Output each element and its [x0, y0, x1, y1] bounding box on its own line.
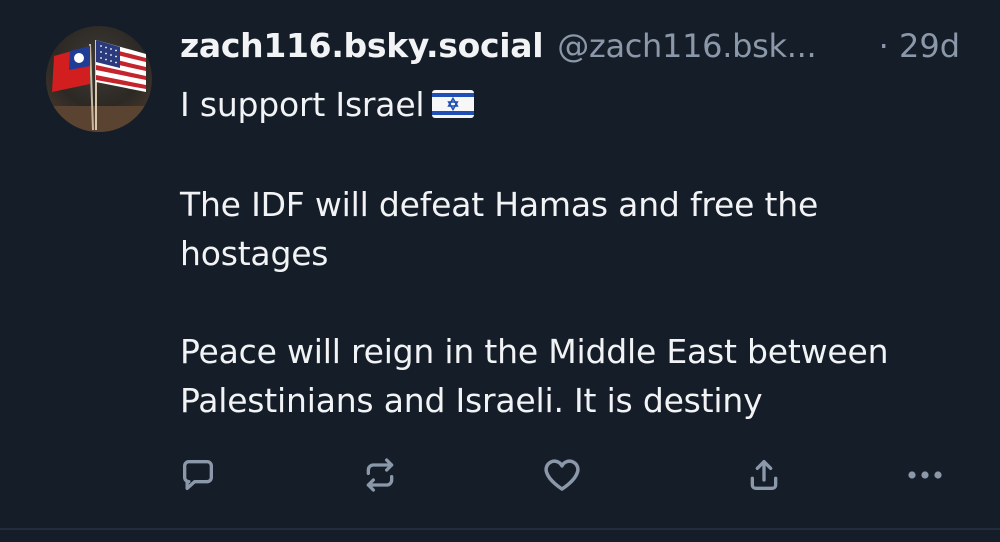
more-icon: [908, 471, 942, 479]
repost-button[interactable]: [355, 450, 405, 500]
post-line-text: I support Israel: [180, 85, 425, 124]
post-line: Palestinians and Israeli. It is destiny: [180, 381, 763, 420]
post-divider: [0, 528, 1000, 530]
post-header: zach116.bsky.social @zach116.bsk... · 29…: [180, 26, 970, 70]
israel-flag-emoji-icon: [432, 82, 475, 131]
post-timestamp[interactable]: · 29d: [879, 27, 970, 65]
heart-icon: [544, 459, 580, 491]
author-avatar[interactable]: [46, 26, 152, 132]
taiwan-usa-flags-avatar-icon: [46, 26, 152, 132]
author-handle[interactable]: @zach116.bsk...: [557, 27, 816, 65]
share-icon: [750, 460, 778, 490]
post-card[interactable]: zach116.bsky.social @zach116.bsk... · 29…: [0, 0, 1000, 530]
post-text: I support Israel The IDF will defeat Ham…: [180, 80, 970, 425]
reply-button[interactable]: [173, 450, 223, 500]
repost-icon: [366, 458, 394, 492]
post-line: Peace will reign in the Middle East betw…: [180, 332, 889, 371]
comment-icon: [183, 460, 213, 490]
post-line: hostages: [180, 234, 329, 273]
post-actions: [0, 450, 1000, 500]
post-line: I support Israel: [180, 80, 970, 131]
author-display-name[interactable]: zach116.bsky.social: [180, 26, 544, 65]
more-options-button[interactable]: [900, 450, 950, 500]
post-line: The IDF will defeat Hamas and free the: [180, 185, 819, 224]
share-button[interactable]: [739, 450, 789, 500]
like-button[interactable]: [537, 450, 587, 500]
